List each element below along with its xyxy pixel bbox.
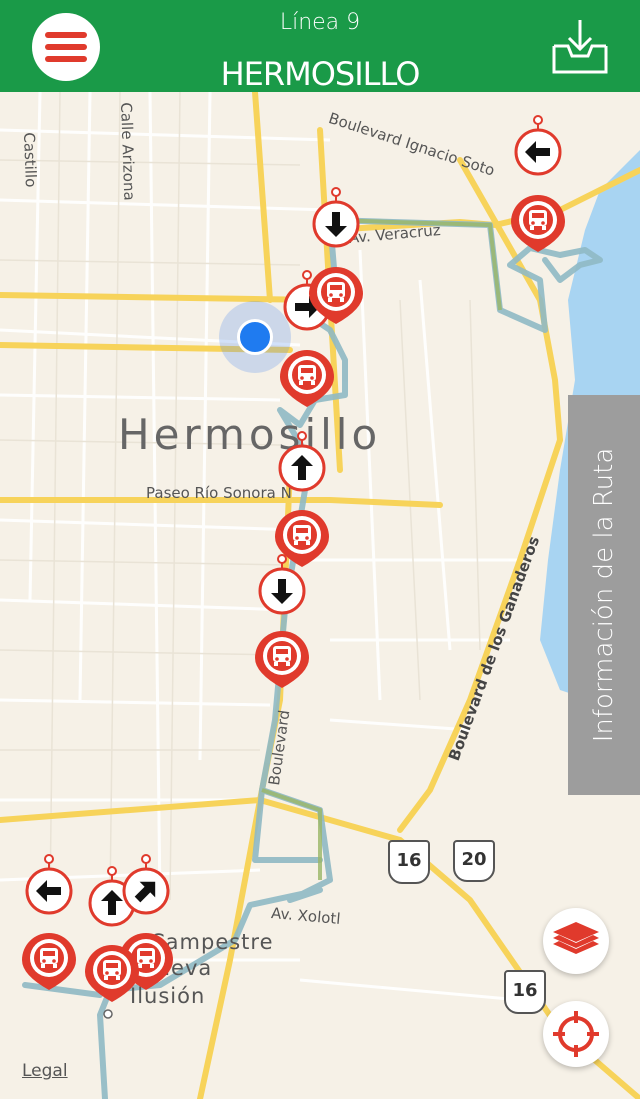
layers-button[interactable] xyxy=(543,908,609,974)
bus-stop-marker[interactable] xyxy=(484,166,565,252)
bus-stop-marker[interactable] xyxy=(0,904,76,990)
layers-icon xyxy=(553,922,599,954)
line-label: Línea 9 xyxy=(279,10,361,35)
download-tray-icon xyxy=(552,20,608,74)
city-title: HERMOSILLO xyxy=(220,55,421,93)
route-info-label: Información de la Ruta xyxy=(589,447,619,743)
download-button[interactable] xyxy=(548,16,612,78)
direction-marker-left[interactable] xyxy=(25,853,73,915)
hamburger-bar xyxy=(45,44,87,50)
app-header: Línea 9 HERMOSILLO xyxy=(0,0,640,93)
route-info-tab[interactable]: Información de la Ruta xyxy=(568,395,640,795)
bus-stop-marker[interactable] xyxy=(248,481,329,567)
legal-link[interactable]: Legal xyxy=(22,1061,68,1081)
locate-button[interactable] xyxy=(543,1001,609,1067)
crosshair-locate-icon xyxy=(553,1011,599,1057)
bus-stop-marker[interactable] xyxy=(228,602,309,688)
direction-marker-diagonal[interactable] xyxy=(122,853,170,915)
direction-marker-down[interactable] xyxy=(312,186,360,248)
direction-marker-up[interactable] xyxy=(278,430,326,492)
direction-marker-left[interactable] xyxy=(514,114,562,176)
bus-stop-marker[interactable] xyxy=(253,321,334,407)
